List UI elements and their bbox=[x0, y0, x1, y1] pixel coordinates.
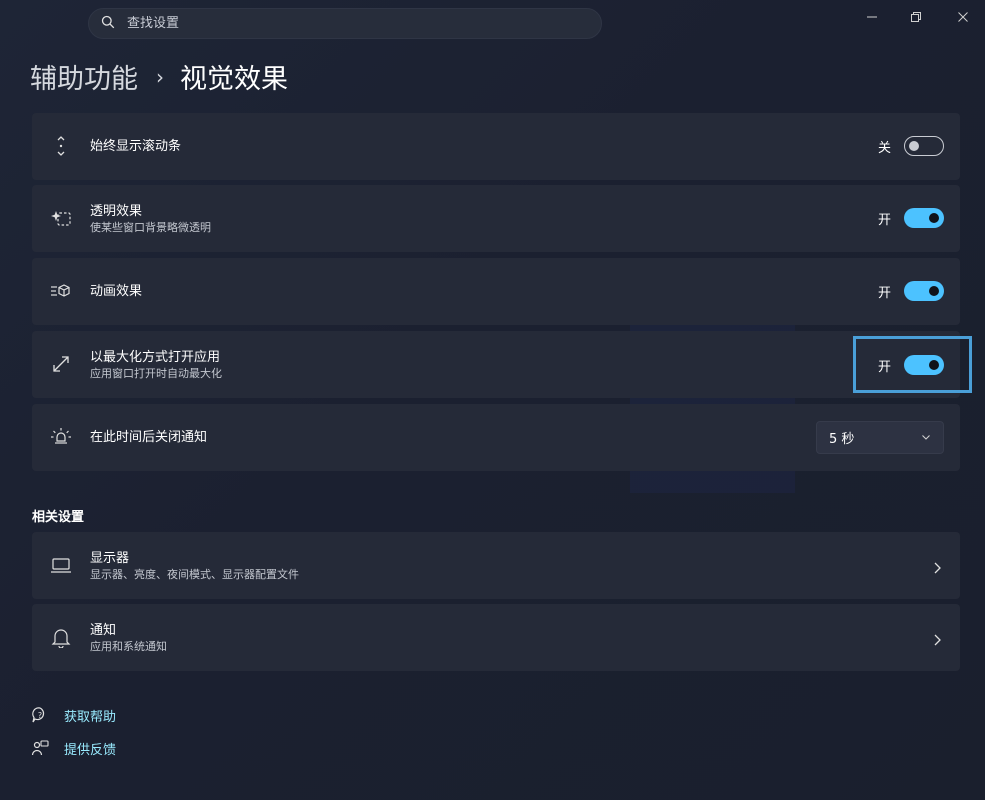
animation-icon bbox=[50, 280, 72, 302]
dropdown-value: 5 秒 bbox=[829, 432, 855, 447]
get-help-link[interactable]: ? 获取帮助 bbox=[30, 705, 116, 725]
maximize-icon bbox=[50, 353, 72, 375]
toggle-state-label: 开 bbox=[877, 285, 891, 301]
transparency-toggle[interactable] bbox=[904, 208, 944, 228]
setting-open-apps-maximized: 以最大化方式打开应用 应用窗口打开时自动最大化 开 bbox=[32, 331, 960, 398]
setting-dismiss-notifications-after: 在此时间后关闭通知 5 秒 bbox=[32, 404, 960, 471]
setting-transparency-effects: 透明效果 使某些窗口背景略微透明 开 bbox=[32, 185, 960, 252]
setting-description: 使某些窗口背景略微透明 bbox=[90, 221, 211, 234]
give-feedback-label: 提供反馈 bbox=[64, 742, 117, 758]
svg-text:?: ? bbox=[38, 711, 42, 720]
search-icon bbox=[101, 14, 115, 33]
minimize-button[interactable] bbox=[861, 6, 883, 28]
chevron-down-icon bbox=[921, 431, 931, 446]
restore-icon bbox=[911, 12, 921, 22]
toggle-state-label: 关 bbox=[877, 140, 891, 156]
animation-toggle[interactable] bbox=[904, 281, 944, 301]
setting-animation-effects: 动画效果 开 bbox=[32, 258, 960, 325]
setting-title: 在此时间后关闭通知 bbox=[90, 430, 208, 445]
breadcrumb: 辅助功能 › 视觉效果 bbox=[30, 57, 288, 96]
search-input[interactable] bbox=[127, 16, 567, 31]
bell-icon bbox=[50, 626, 72, 648]
breadcrumb-separator: › bbox=[156, 64, 164, 89]
close-button[interactable] bbox=[952, 6, 974, 28]
help-icon: ? bbox=[30, 705, 50, 725]
related-item-description: 显示器、亮度、夜间模式、显示器配置文件 bbox=[90, 568, 299, 581]
scrollbar-icon bbox=[50, 135, 72, 157]
give-feedback-link[interactable]: 提供反馈 bbox=[30, 738, 116, 758]
scrollbar-toggle[interactable] bbox=[904, 136, 944, 156]
page-title: 视觉效果 bbox=[180, 64, 288, 95]
notification-duration-dropdown[interactable]: 5 秒 bbox=[816, 421, 944, 454]
related-item-description: 应用和系统通知 bbox=[90, 640, 167, 653]
toggle-state-label: 开 bbox=[877, 212, 891, 228]
focus-highlight bbox=[853, 336, 972, 393]
setting-title: 以最大化方式打开应用 bbox=[90, 350, 221, 365]
setting-always-show-scrollbars: 始终显示滚动条 关 bbox=[32, 113, 960, 180]
close-icon bbox=[958, 12, 968, 22]
related-item-title: 显示器 bbox=[90, 551, 130, 566]
transparency-icon bbox=[50, 207, 72, 229]
feedback-icon bbox=[30, 738, 50, 758]
display-icon bbox=[50, 554, 72, 576]
setting-title: 透明效果 bbox=[90, 204, 143, 219]
related-settings-heading: 相关设置 bbox=[32, 510, 85, 525]
setting-title: 动画效果 bbox=[90, 284, 143, 299]
notification-timer-icon bbox=[50, 426, 72, 448]
minimize-icon bbox=[867, 16, 877, 18]
chevron-right-icon bbox=[932, 631, 942, 650]
chevron-right-icon bbox=[932, 559, 942, 578]
get-help-label: 获取帮助 bbox=[64, 709, 117, 725]
related-item-display[interactable]: 显示器 显示器、亮度、夜间模式、显示器配置文件 bbox=[32, 532, 960, 599]
restore-button[interactable] bbox=[905, 6, 927, 28]
related-item-notifications[interactable]: 通知 应用和系统通知 bbox=[32, 604, 960, 671]
setting-title: 始终显示滚动条 bbox=[90, 139, 182, 154]
related-item-title: 通知 bbox=[90, 623, 117, 638]
setting-description: 应用窗口打开时自动最大化 bbox=[90, 367, 222, 380]
breadcrumb-parent[interactable]: 辅助功能 bbox=[30, 57, 138, 96]
search-box[interactable] bbox=[88, 8, 602, 39]
